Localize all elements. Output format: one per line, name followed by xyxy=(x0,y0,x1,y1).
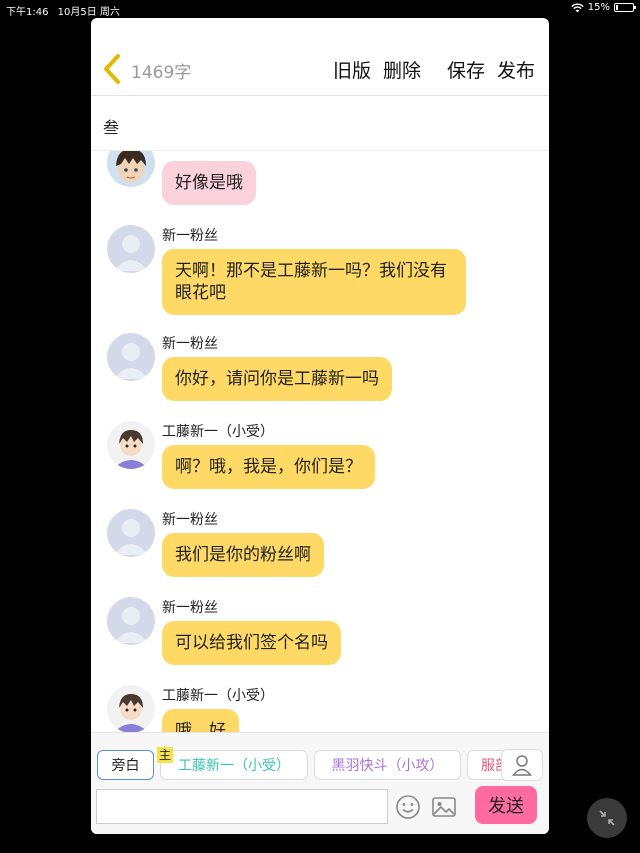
sender-name: 新一粉丝 xyxy=(162,600,218,616)
battery-percent: 15% xyxy=(587,2,610,13)
status-time: 下午1:46 xyxy=(6,7,49,18)
user-icon xyxy=(512,755,532,776)
chapter-title[interactable]: 叁 xyxy=(103,114,119,138)
role-narrator-chip[interactable]: 旁白 xyxy=(97,750,154,780)
role-chip-kaito[interactable]: 黑羽快斗（小攻） xyxy=(314,750,461,780)
chat-area[interactable]: 好像是哦 新一粉丝 天啊！那不是工藤新一吗？我们没有眼花吧 新一粉丝 你好，请问… xyxy=(91,150,549,732)
delete-button[interactable]: 删除 xyxy=(383,56,421,83)
main-role-badge: 主 xyxy=(157,747,173,763)
word-count: 1469字 xyxy=(131,63,192,83)
collapse-button[interactable] xyxy=(587,798,627,838)
message-bubble: 我们是你的粉丝啊 xyxy=(162,533,324,577)
sender-name: 新一粉丝 xyxy=(162,336,218,352)
editor-modal: 1469字 旧版 删除 保存 发布 叁 好像是哦 新一粉丝 天啊！那不是工藤新一… xyxy=(91,18,549,834)
shinichi-avatar[interactable] xyxy=(107,421,155,469)
publish-button[interactable]: 发布 xyxy=(497,56,535,83)
sender-name: 工藤新一（小受） xyxy=(162,424,274,440)
sender-name: 工藤新一（小受） xyxy=(162,688,274,704)
message-bubble: 天啊！那不是工藤新一吗？我们没有眼花吧 xyxy=(162,249,466,315)
message-bubble: 可以给我们签个名吗 xyxy=(162,621,341,665)
status-date: 10月5日 周六 xyxy=(57,7,120,18)
sender-name: 新一粉丝 xyxy=(162,228,218,244)
message-bubble: 哦，好 xyxy=(162,709,239,732)
back-chevron-icon[interactable] xyxy=(101,52,125,86)
default-avatar[interactable] xyxy=(107,333,155,381)
message-bubble: 好像是哦 xyxy=(162,161,256,205)
role-chip-shinichi[interactable]: 工藤新一（小受） xyxy=(160,750,308,780)
role-manage-button[interactable] xyxy=(501,749,543,781)
sender-name: 新一粉丝 xyxy=(162,512,218,528)
save-button[interactable]: 保存 xyxy=(447,56,485,83)
default-avatar[interactable] xyxy=(107,225,155,273)
status-right: 15% xyxy=(571,2,636,13)
message-bubble: 你好，请问你是工藤新一吗 xyxy=(162,357,392,401)
shinichi-avatar[interactable] xyxy=(107,685,155,732)
wifi-icon xyxy=(571,3,584,12)
default-avatar[interactable] xyxy=(107,597,155,645)
emoji-icon[interactable] xyxy=(395,794,421,820)
composer-bar: 旁白 工藤新一（小受） 主 黑羽快斗（小攻） 服部 发送 xyxy=(91,732,549,834)
battery-fill xyxy=(616,5,618,10)
battery-icon xyxy=(614,3,636,12)
image-icon[interactable] xyxy=(431,794,457,820)
editor-topbar: 1469字 旧版 删除 保存 发布 xyxy=(91,18,549,96)
status-bar: 下午1:46 10月5日 周六 15% xyxy=(0,0,640,18)
message-input[interactable] xyxy=(96,789,388,824)
default-avatar[interactable] xyxy=(107,509,155,557)
collapse-arrows-icon xyxy=(599,810,615,826)
send-button[interactable]: 发送 xyxy=(475,786,537,824)
top-actions: 旧版 删除 保存 发布 xyxy=(321,56,535,83)
old-version-button[interactable]: 旧版 xyxy=(333,56,371,83)
anime-boy-avatar[interactable] xyxy=(107,151,155,187)
message-bubble: 啊？哦，我是，你们是？ xyxy=(162,445,375,489)
status-time-date: 下午1:46 10月5日 周六 xyxy=(6,3,120,18)
